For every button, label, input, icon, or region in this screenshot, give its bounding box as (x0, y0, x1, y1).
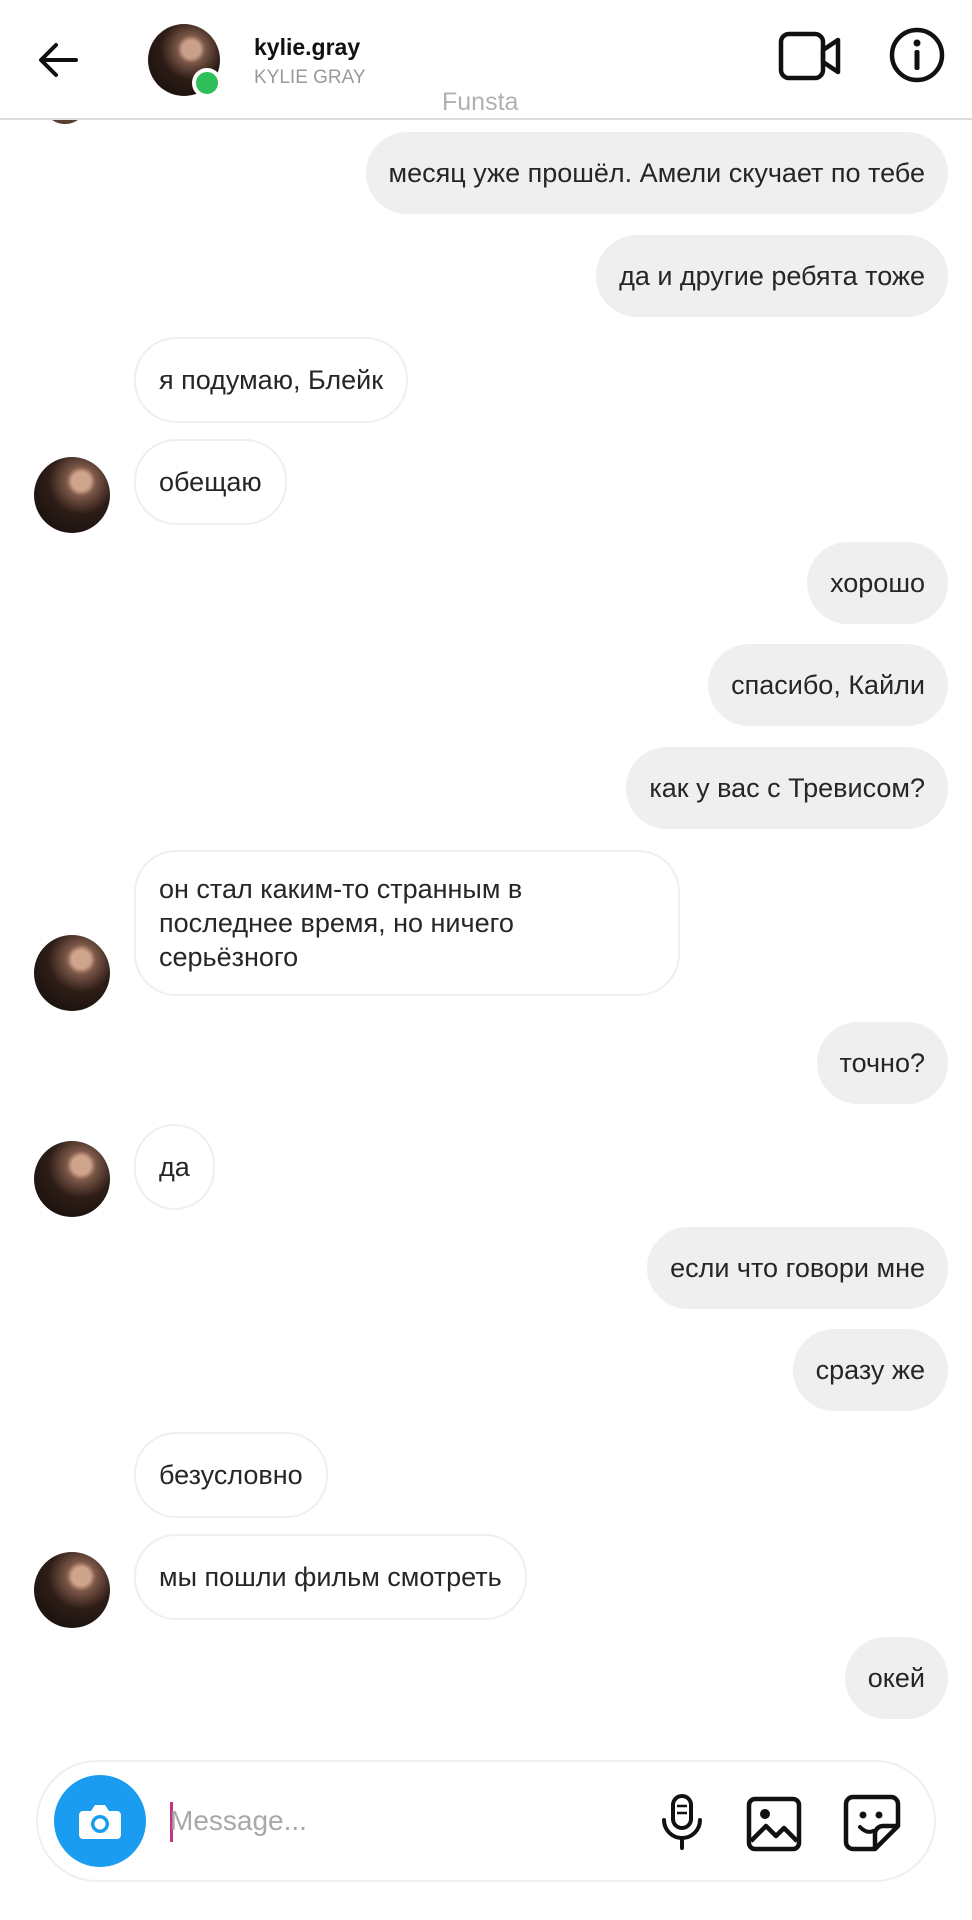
message-bubble-outgoing[interactable]: окей (844, 1637, 948, 1719)
message-bubble-outgoing[interactable]: да и другие ребята тоже (596, 235, 948, 317)
avatar[interactable] (34, 1141, 110, 1217)
message-bubble-incoming[interactable]: безусловно (134, 1432, 328, 1518)
camera-button[interactable] (54, 1775, 146, 1867)
message-composer (36, 1760, 936, 1882)
video-camera-icon (778, 31, 841, 81)
message-bubble-incoming[interactable]: да (134, 1124, 215, 1210)
message-bubble-outgoing[interactable]: месяц уже прошёл. Амели скучает по тебе (365, 132, 948, 214)
avatar[interactable] (34, 1552, 110, 1628)
message-input[interactable] (170, 1796, 640, 1846)
message-bubble-incoming[interactable]: обещаю (134, 439, 287, 525)
message-bubble-incoming[interactable]: я подумаю, Блейк (134, 337, 409, 423)
message-bubble-outgoing[interactable]: если что говори мне (647, 1227, 948, 1309)
message-bubble-incoming[interactable]: мы пошли фильм смотреть (134, 1534, 527, 1620)
sticker-button[interactable] (843, 1794, 901, 1852)
message-bubble-outgoing[interactable]: спасибо, Кайли (708, 644, 948, 726)
sticker-icon (843, 1794, 901, 1852)
message-thread[interactable]: месяц уже прошёл. Амели скучает по тебе … (0, 90, 972, 1740)
info-button[interactable] (888, 26, 946, 84)
image-gallery-icon (746, 1796, 802, 1852)
message-bubble-outgoing[interactable]: точно? (816, 1022, 948, 1104)
dm-chat-screen: kylie.gray KYLIE GRAY Funsta месяц уже п… (0, 0, 972, 1920)
message-bubble-outgoing[interactable]: как у вас с Тревисом? (626, 747, 948, 829)
chat-header: kylie.gray KYLIE GRAY Funsta (0, 0, 972, 120)
back-button[interactable] (28, 30, 88, 90)
info-icon (889, 27, 945, 83)
online-status-dot (192, 68, 222, 98)
chat-subtitle: Funsta (442, 88, 519, 116)
voice-message-button[interactable] (652, 1792, 712, 1852)
message-bubble-outgoing[interactable]: хорошо (807, 542, 948, 624)
message-bubble-outgoing[interactable]: сразу же (792, 1329, 948, 1411)
microphone-icon (662, 1794, 702, 1850)
avatar[interactable] (34, 457, 110, 533)
camera-icon (79, 1805, 121, 1839)
chat-full-name: KYLIE GRAY (254, 67, 366, 88)
arrow-left-icon (39, 43, 78, 77)
message-bubble-incoming[interactable]: он стал каким-то странным в последнее вр… (134, 850, 680, 996)
avatar[interactable] (34, 935, 110, 1011)
gallery-button[interactable] (746, 1796, 802, 1852)
video-call-button[interactable] (778, 28, 842, 84)
chat-username[interactable]: kylie.gray (254, 34, 360, 61)
